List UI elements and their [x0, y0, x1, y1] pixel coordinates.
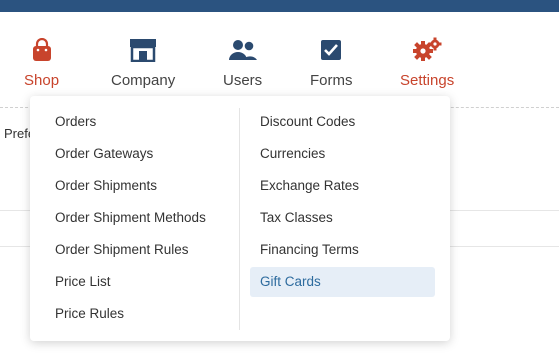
menu-item-order-shipment-rules[interactable]: Order Shipment Rules [45, 235, 225, 265]
column-divider [239, 108, 240, 330]
nav-label-users: Users [223, 72, 263, 89]
nav-label-forms: Forms [310, 72, 353, 89]
menu-item-order-shipment-methods[interactable]: Order Shipment Methods [45, 203, 225, 233]
nav-label-company: Company [111, 72, 176, 89]
menu-item-gift-cards[interactable]: Gift Cards [250, 267, 435, 297]
nav-item-settings[interactable]: Settings [400, 36, 454, 98]
nav-item-users[interactable]: Users [223, 36, 262, 98]
shop-dropdown-menu: Orders Order Gateways Order Shipments Or… [30, 96, 450, 341]
shopping-bag-icon [27, 36, 57, 64]
menu-item-price-list[interactable]: Price List [45, 267, 225, 297]
menu-item-currencies[interactable]: Currencies [250, 139, 435, 169]
checkbox-icon [316, 36, 346, 64]
main-nav: Shop Company Users Forms Settings [0, 12, 559, 108]
nav-item-shop[interactable]: Shop [24, 36, 59, 98]
nav-item-company[interactable]: Company [111, 36, 175, 98]
users-icon [228, 36, 258, 64]
menu-item-discount-codes[interactable]: Discount Codes [250, 107, 435, 137]
storefront-icon [128, 36, 158, 64]
nav-label-settings: Settings [400, 72, 455, 89]
menu-item-financing-terms[interactable]: Financing Terms [250, 235, 435, 265]
gears-icon [412, 36, 442, 64]
menu-item-price-rules[interactable]: Price Rules [45, 299, 225, 329]
menu-item-tax-classes[interactable]: Tax Classes [250, 203, 435, 233]
top-bar [0, 0, 559, 12]
nav-label-shop: Shop [24, 72, 60, 89]
menu-item-order-shipments[interactable]: Order Shipments [45, 171, 225, 201]
nav-item-forms[interactable]: Forms [310, 36, 353, 98]
menu-item-order-gateways[interactable]: Order Gateways [45, 139, 225, 169]
menu-item-exchange-rates[interactable]: Exchange Rates [250, 171, 435, 201]
menu-item-orders[interactable]: Orders [45, 107, 225, 137]
